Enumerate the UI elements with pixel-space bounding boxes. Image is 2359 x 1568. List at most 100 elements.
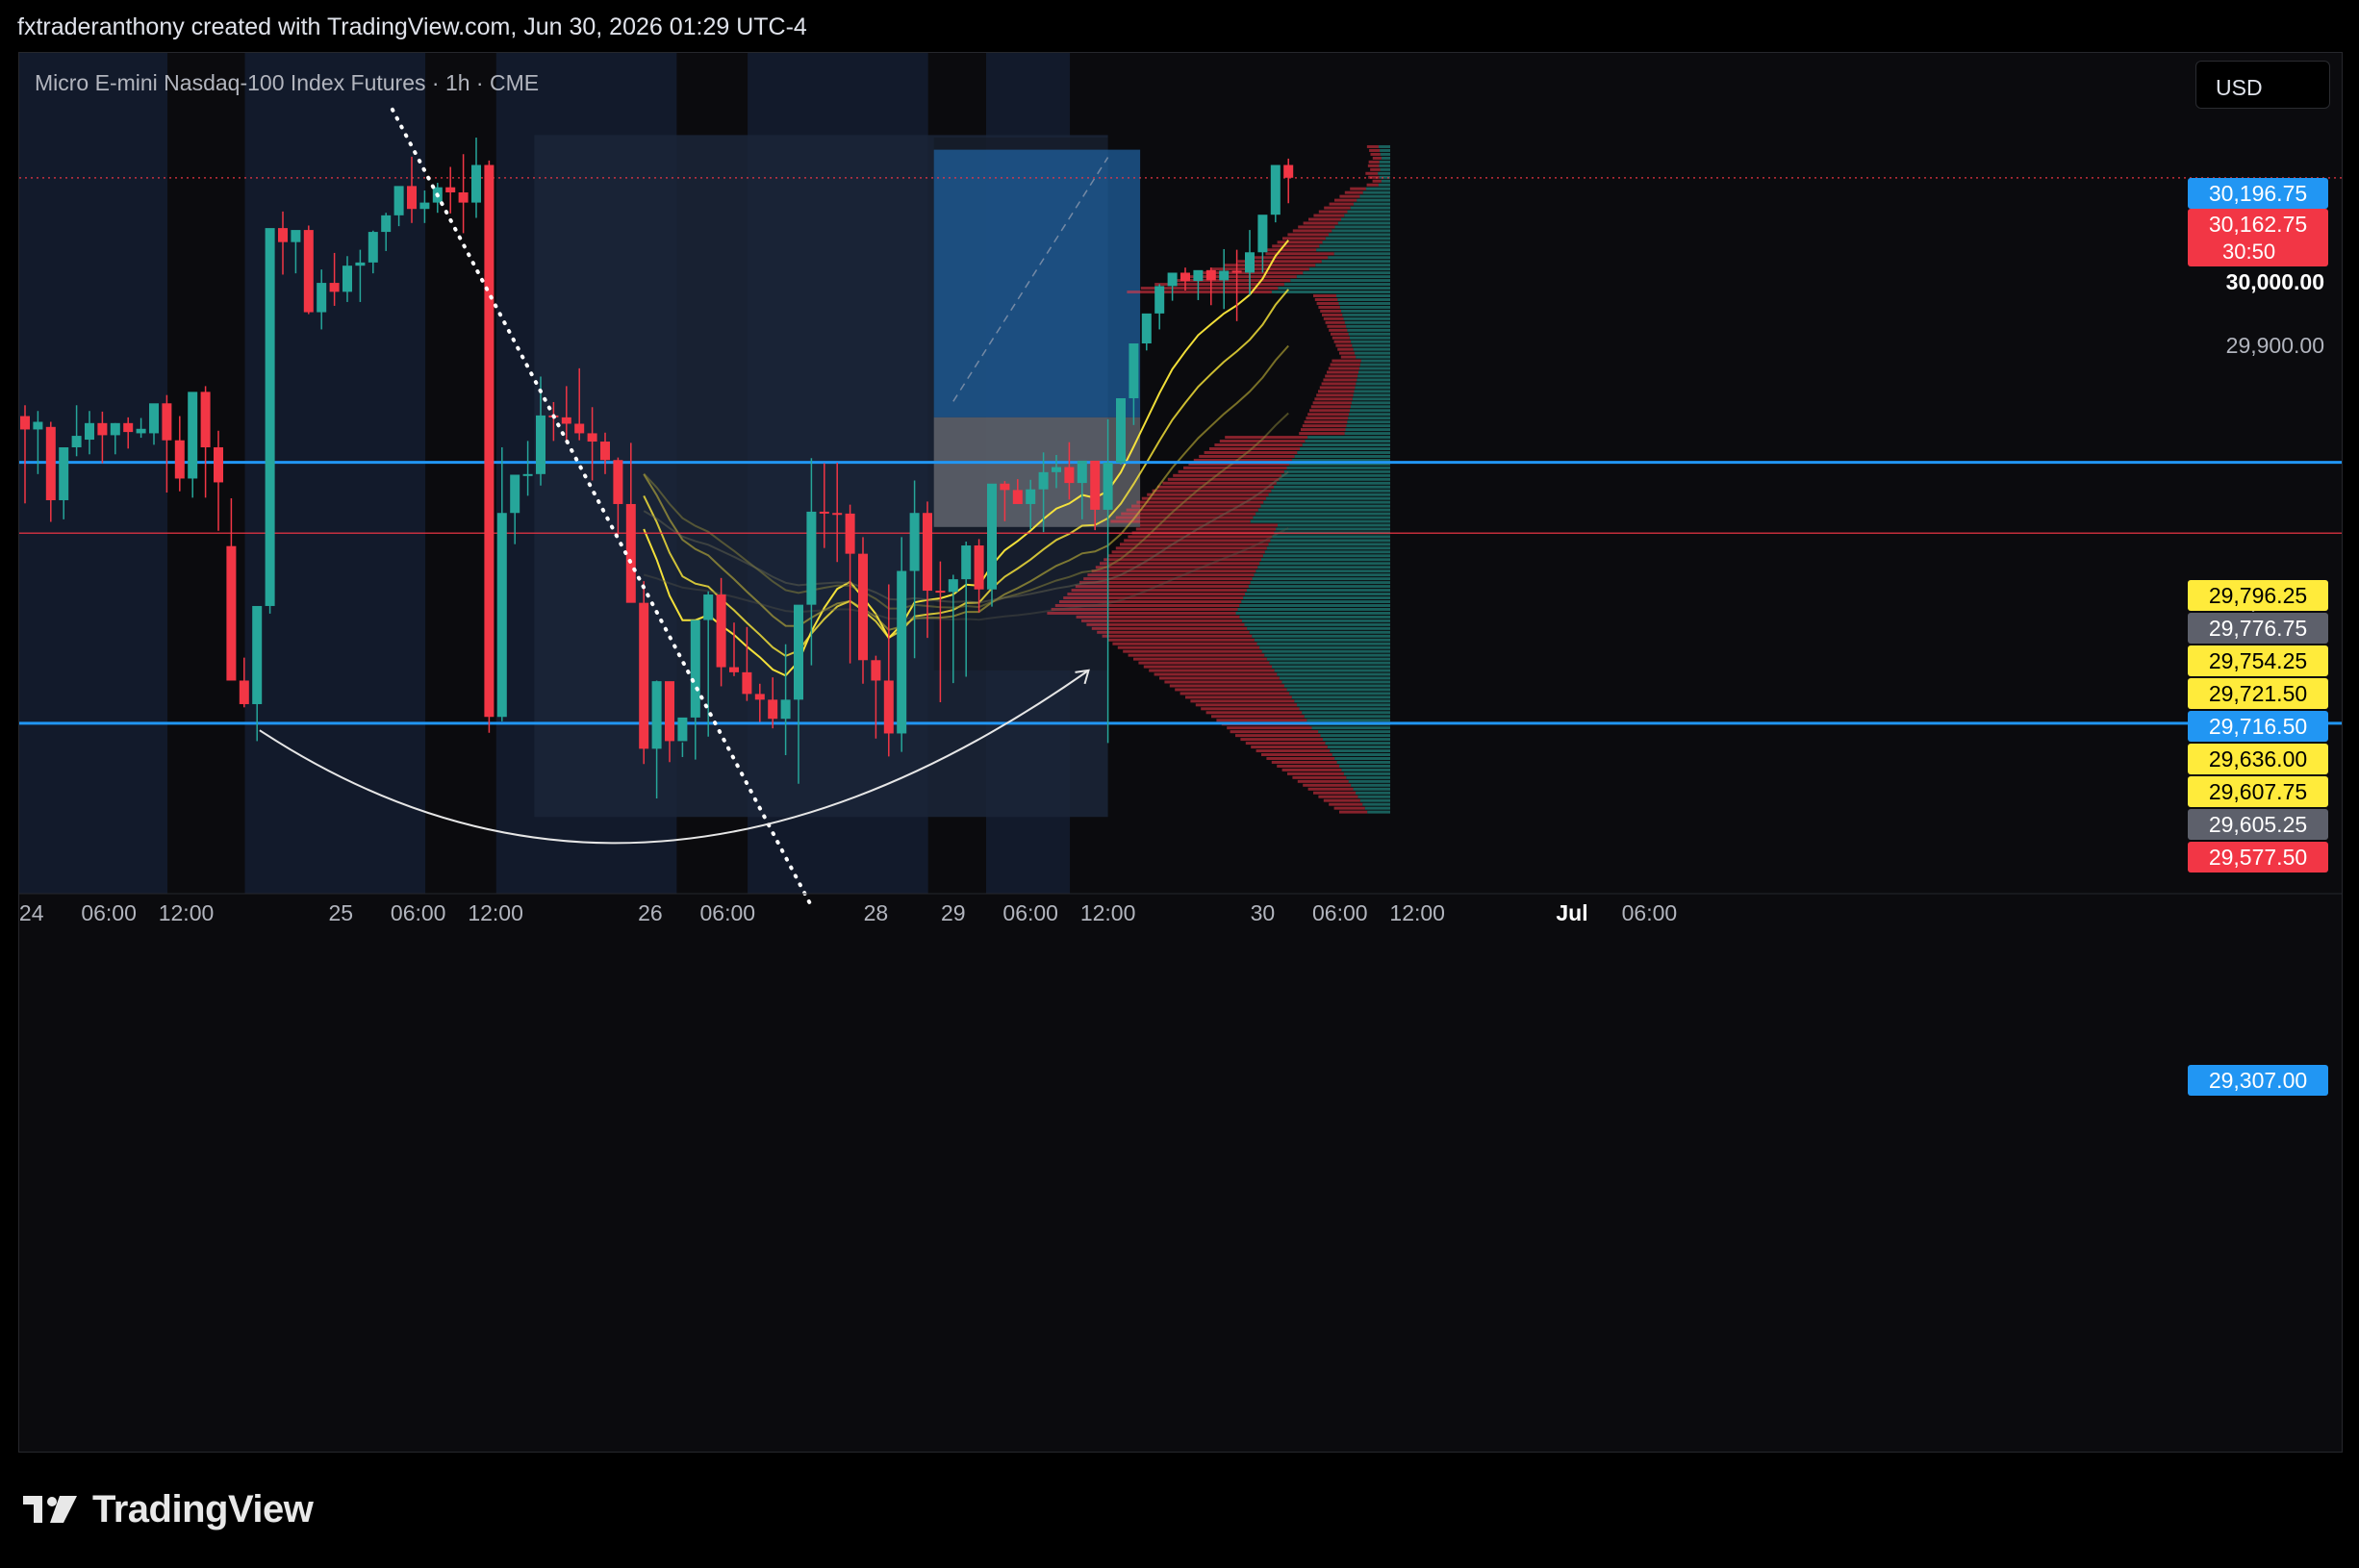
candle-body[interactable] xyxy=(1271,165,1281,215)
candle-body[interactable] xyxy=(613,460,622,504)
candle-body[interactable] xyxy=(471,165,481,203)
candle-body[interactable] xyxy=(961,545,971,579)
candle-body[interactable] xyxy=(1283,165,1293,178)
candle-body[interactable] xyxy=(729,668,739,672)
candle-body[interactable] xyxy=(1193,270,1203,281)
candle-body[interactable] xyxy=(703,594,713,620)
candle-body[interactable] xyxy=(574,423,584,433)
candle-body[interactable] xyxy=(781,699,791,719)
candle-body[interactable] xyxy=(858,554,868,661)
candle-body[interactable] xyxy=(935,591,945,593)
candle-body[interactable] xyxy=(987,484,997,590)
candle-body[interactable] xyxy=(175,441,185,479)
candle-body[interactable] xyxy=(820,512,829,514)
candle-body[interactable] xyxy=(20,417,30,430)
candle-body[interactable] xyxy=(562,417,571,424)
candle-body[interactable] xyxy=(1219,270,1229,280)
candle-body[interactable] xyxy=(149,403,159,433)
candle-body[interactable] xyxy=(897,571,906,734)
candle-body[interactable] xyxy=(1026,490,1035,504)
candle-body[interactable] xyxy=(1052,468,1061,472)
candle-body[interactable] xyxy=(1090,461,1100,510)
candle-body[interactable] xyxy=(291,230,300,242)
candle-body[interactable] xyxy=(368,232,378,263)
instrument-label[interactable]: Micro E-mini Nasdaq-100 Index Futures · … xyxy=(35,70,539,96)
candle-body[interactable] xyxy=(510,474,520,513)
candle-body[interactable] xyxy=(1142,314,1152,343)
candle-body[interactable] xyxy=(97,423,107,436)
candle-body[interactable] xyxy=(871,660,880,680)
candle-body[interactable] xyxy=(407,186,417,209)
candle-body[interactable] xyxy=(214,447,223,482)
candle-body[interactable] xyxy=(1232,270,1242,272)
candle-body[interactable] xyxy=(588,433,597,442)
candle-body[interactable] xyxy=(1103,463,1113,510)
candle-body[interactable] xyxy=(884,680,894,733)
candle-body[interactable] xyxy=(1206,270,1216,281)
candle-body[interactable] xyxy=(1064,468,1074,484)
candle-body[interactable] xyxy=(652,681,662,748)
candle-body[interactable] xyxy=(226,546,236,681)
candle-body[interactable] xyxy=(523,474,533,476)
candle-body[interactable] xyxy=(1245,252,1255,272)
candle-body[interactable] xyxy=(742,672,751,695)
candle-body[interactable] xyxy=(691,620,700,718)
candle-body[interactable] xyxy=(1000,484,1009,491)
candle-body[interactable] xyxy=(1180,272,1190,281)
candle-body[interactable] xyxy=(381,215,391,232)
candle-body[interactable] xyxy=(240,680,249,704)
candle-body[interactable] xyxy=(1129,343,1138,398)
candle-body[interactable] xyxy=(123,423,133,432)
candle-body[interactable] xyxy=(419,203,429,210)
candle-body[interactable] xyxy=(832,513,842,515)
candle-body[interactable] xyxy=(355,263,365,266)
candle-body[interactable] xyxy=(459,192,469,203)
candle-body[interactable] xyxy=(923,513,932,591)
candle-body[interactable] xyxy=(46,427,56,500)
candle-body[interactable] xyxy=(33,422,42,430)
candle-body[interactable] xyxy=(975,545,984,590)
currency-button[interactable]: USD xyxy=(2195,61,2330,109)
candle-body[interactable] xyxy=(794,605,803,700)
candle-body[interactable] xyxy=(445,188,455,192)
candle-body[interactable] xyxy=(717,594,726,668)
candle-body[interactable] xyxy=(85,423,94,440)
chart-panel[interactable]: 30,300.0030,100.0030,000.0029,900.0029,5… xyxy=(18,52,2343,1453)
candle-body[interactable] xyxy=(806,512,816,605)
candle-body[interactable] xyxy=(252,606,262,704)
candle-body[interactable] xyxy=(1116,398,1126,463)
candle-body[interactable] xyxy=(677,718,687,742)
candle-body[interactable] xyxy=(497,513,507,717)
candle-body[interactable] xyxy=(137,429,146,434)
candle-body[interactable] xyxy=(600,442,610,460)
candle-body[interactable] xyxy=(1257,215,1267,252)
candle-body[interactable] xyxy=(278,228,288,242)
candle-body[interactable] xyxy=(317,283,326,312)
candle-body[interactable] xyxy=(1168,272,1178,286)
tradingview-logo[interactable]: TradingView xyxy=(23,1488,313,1530)
candle-body[interactable] xyxy=(330,283,340,291)
candle-body[interactable] xyxy=(394,186,404,215)
candlestick-chart[interactable]: 30,300.0030,100.0030,000.0029,900.0029,5… xyxy=(19,53,2342,1452)
candle-body[interactable] xyxy=(162,403,171,440)
candle-body[interactable] xyxy=(201,392,211,447)
candle-body[interactable] xyxy=(910,513,920,570)
candle-body[interactable] xyxy=(1013,490,1023,504)
candle-body[interactable] xyxy=(59,447,68,500)
candle-body[interactable] xyxy=(266,228,275,606)
candle-body[interactable] xyxy=(111,423,120,436)
candle-body[interactable] xyxy=(846,514,855,554)
candle-body[interactable] xyxy=(1154,286,1164,313)
candle-body[interactable] xyxy=(1039,472,1049,490)
candle-body[interactable] xyxy=(768,699,777,719)
candle-body[interactable] xyxy=(1078,461,1087,483)
candle-body[interactable] xyxy=(72,436,82,447)
candle-body[interactable] xyxy=(484,165,494,718)
candle-body[interactable] xyxy=(949,579,958,592)
candle-body[interactable] xyxy=(755,694,765,699)
candle-body[interactable] xyxy=(536,416,545,474)
candle-body[interactable] xyxy=(639,603,648,749)
target-zone[interactable] xyxy=(934,150,1140,417)
candle-body[interactable] xyxy=(304,230,314,312)
candle-body[interactable] xyxy=(342,266,352,291)
